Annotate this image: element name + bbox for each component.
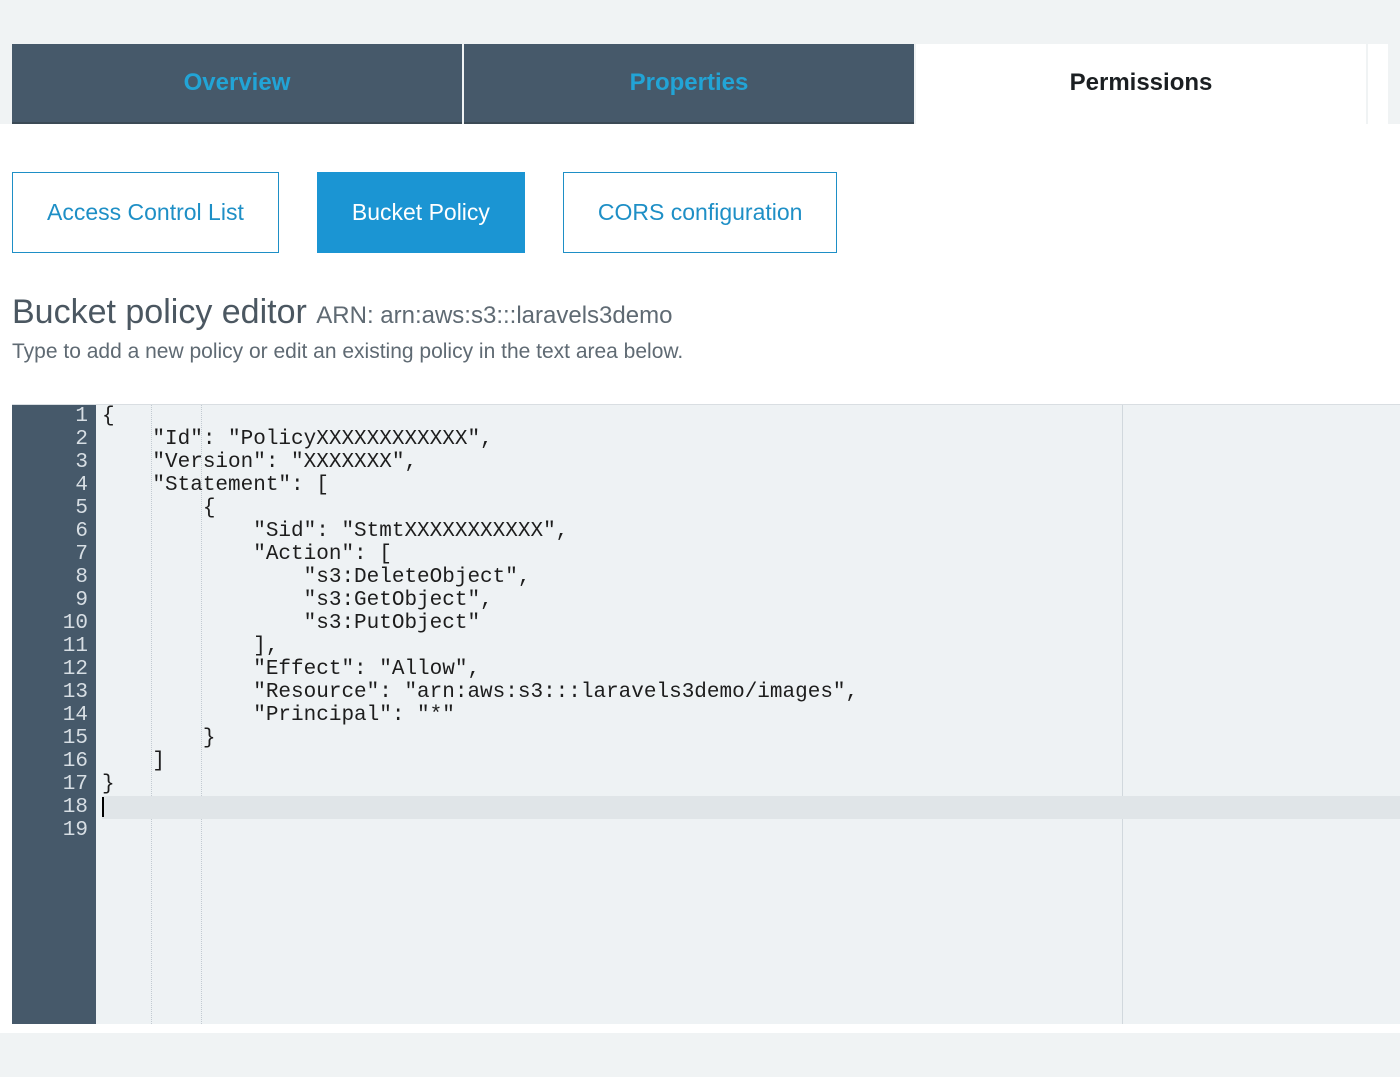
line-number: 13 bbox=[24, 681, 88, 704]
line-number: 11 bbox=[24, 635, 88, 658]
tab-right-edge bbox=[1368, 44, 1388, 124]
tab-permissions[interactable]: Permissions bbox=[916, 44, 1366, 124]
code-line[interactable]: "s3:GetObject", bbox=[102, 589, 1400, 612]
tab-properties[interactable]: Properties bbox=[464, 44, 914, 124]
line-number: 2 bbox=[24, 428, 88, 451]
code-line[interactable]: "s3:PutObject" bbox=[102, 612, 1400, 635]
code-line[interactable]: "Version": "XXXXXXX", bbox=[102, 451, 1400, 474]
editor-helper-text: Type to add a new policy or edit an exis… bbox=[12, 340, 1400, 364]
line-number-gutter: 12345678910111213141516171819 bbox=[12, 405, 96, 1024]
code-line[interactable]: "Resource": "arn:aws:s3:::laravels3demo/… bbox=[102, 681, 1400, 704]
line-number: 18 bbox=[24, 796, 88, 819]
subtab-cors[interactable]: CORS configuration bbox=[563, 172, 838, 253]
line-number: 4 bbox=[24, 474, 88, 497]
line-number: 14 bbox=[24, 704, 88, 727]
line-number: 6 bbox=[24, 520, 88, 543]
code-line[interactable]: "Action": [ bbox=[102, 543, 1400, 566]
code-line[interactable]: { bbox=[102, 405, 1400, 428]
tab-overview[interactable]: Overview bbox=[12, 44, 462, 124]
line-number: 19 bbox=[24, 819, 88, 842]
line-number: 5 bbox=[24, 497, 88, 520]
line-number: 1 bbox=[24, 405, 88, 428]
permission-subtabs: Access Control List Bucket Policy CORS c… bbox=[12, 172, 1400, 253]
code-line[interactable]: } bbox=[102, 773, 1400, 796]
content-area: Access Control List Bucket Policy CORS c… bbox=[0, 124, 1400, 1033]
code-line[interactable]: ] bbox=[102, 750, 1400, 773]
code-line[interactable]: "Effect": "Allow", bbox=[102, 658, 1400, 681]
policy-editor[interactable]: 12345678910111213141516171819 { "Id": "P… bbox=[12, 404, 1400, 1024]
line-number: 12 bbox=[24, 658, 88, 681]
code-line[interactable]: "Id": "PolicyXXXXXXXXXXXX", bbox=[102, 428, 1400, 451]
line-number: 15 bbox=[24, 727, 88, 750]
line-number: 17 bbox=[24, 773, 88, 796]
code-line[interactable] bbox=[102, 819, 1400, 842]
code-line[interactable]: "Statement": [ bbox=[102, 474, 1400, 497]
line-number: 10 bbox=[24, 612, 88, 635]
line-number: 8 bbox=[24, 566, 88, 589]
line-number: 7 bbox=[24, 543, 88, 566]
code-line[interactable]: ], bbox=[102, 635, 1400, 658]
line-number: 9 bbox=[24, 589, 88, 612]
editor-header: Bucket policy editor ARN: arn:aws:s3:::l… bbox=[12, 293, 1400, 332]
line-number: 16 bbox=[24, 750, 88, 773]
code-line[interactable]: "s3:DeleteObject", bbox=[102, 566, 1400, 589]
code-line[interactable]: "Principal": "*" bbox=[102, 704, 1400, 727]
code-line[interactable]: "Sid": "StmtXXXXXXXXXXX", bbox=[102, 520, 1400, 543]
code-body[interactable]: { "Id": "PolicyXXXXXXXXXXXX", "Version":… bbox=[96, 405, 1400, 1024]
code-line[interactable]: } bbox=[102, 727, 1400, 750]
code-line[interactable] bbox=[102, 796, 1400, 819]
code-line[interactable]: { bbox=[102, 497, 1400, 520]
line-number: 3 bbox=[24, 451, 88, 474]
subtab-acl[interactable]: Access Control List bbox=[12, 172, 279, 253]
editor-arn: ARN: arn:aws:s3:::laravels3demo bbox=[316, 302, 672, 329]
editor-title: Bucket policy editor bbox=[12, 293, 316, 331]
subtab-bucket-policy[interactable]: Bucket Policy bbox=[317, 172, 525, 253]
main-tabs: Overview Properties Permissions bbox=[12, 44, 1388, 124]
